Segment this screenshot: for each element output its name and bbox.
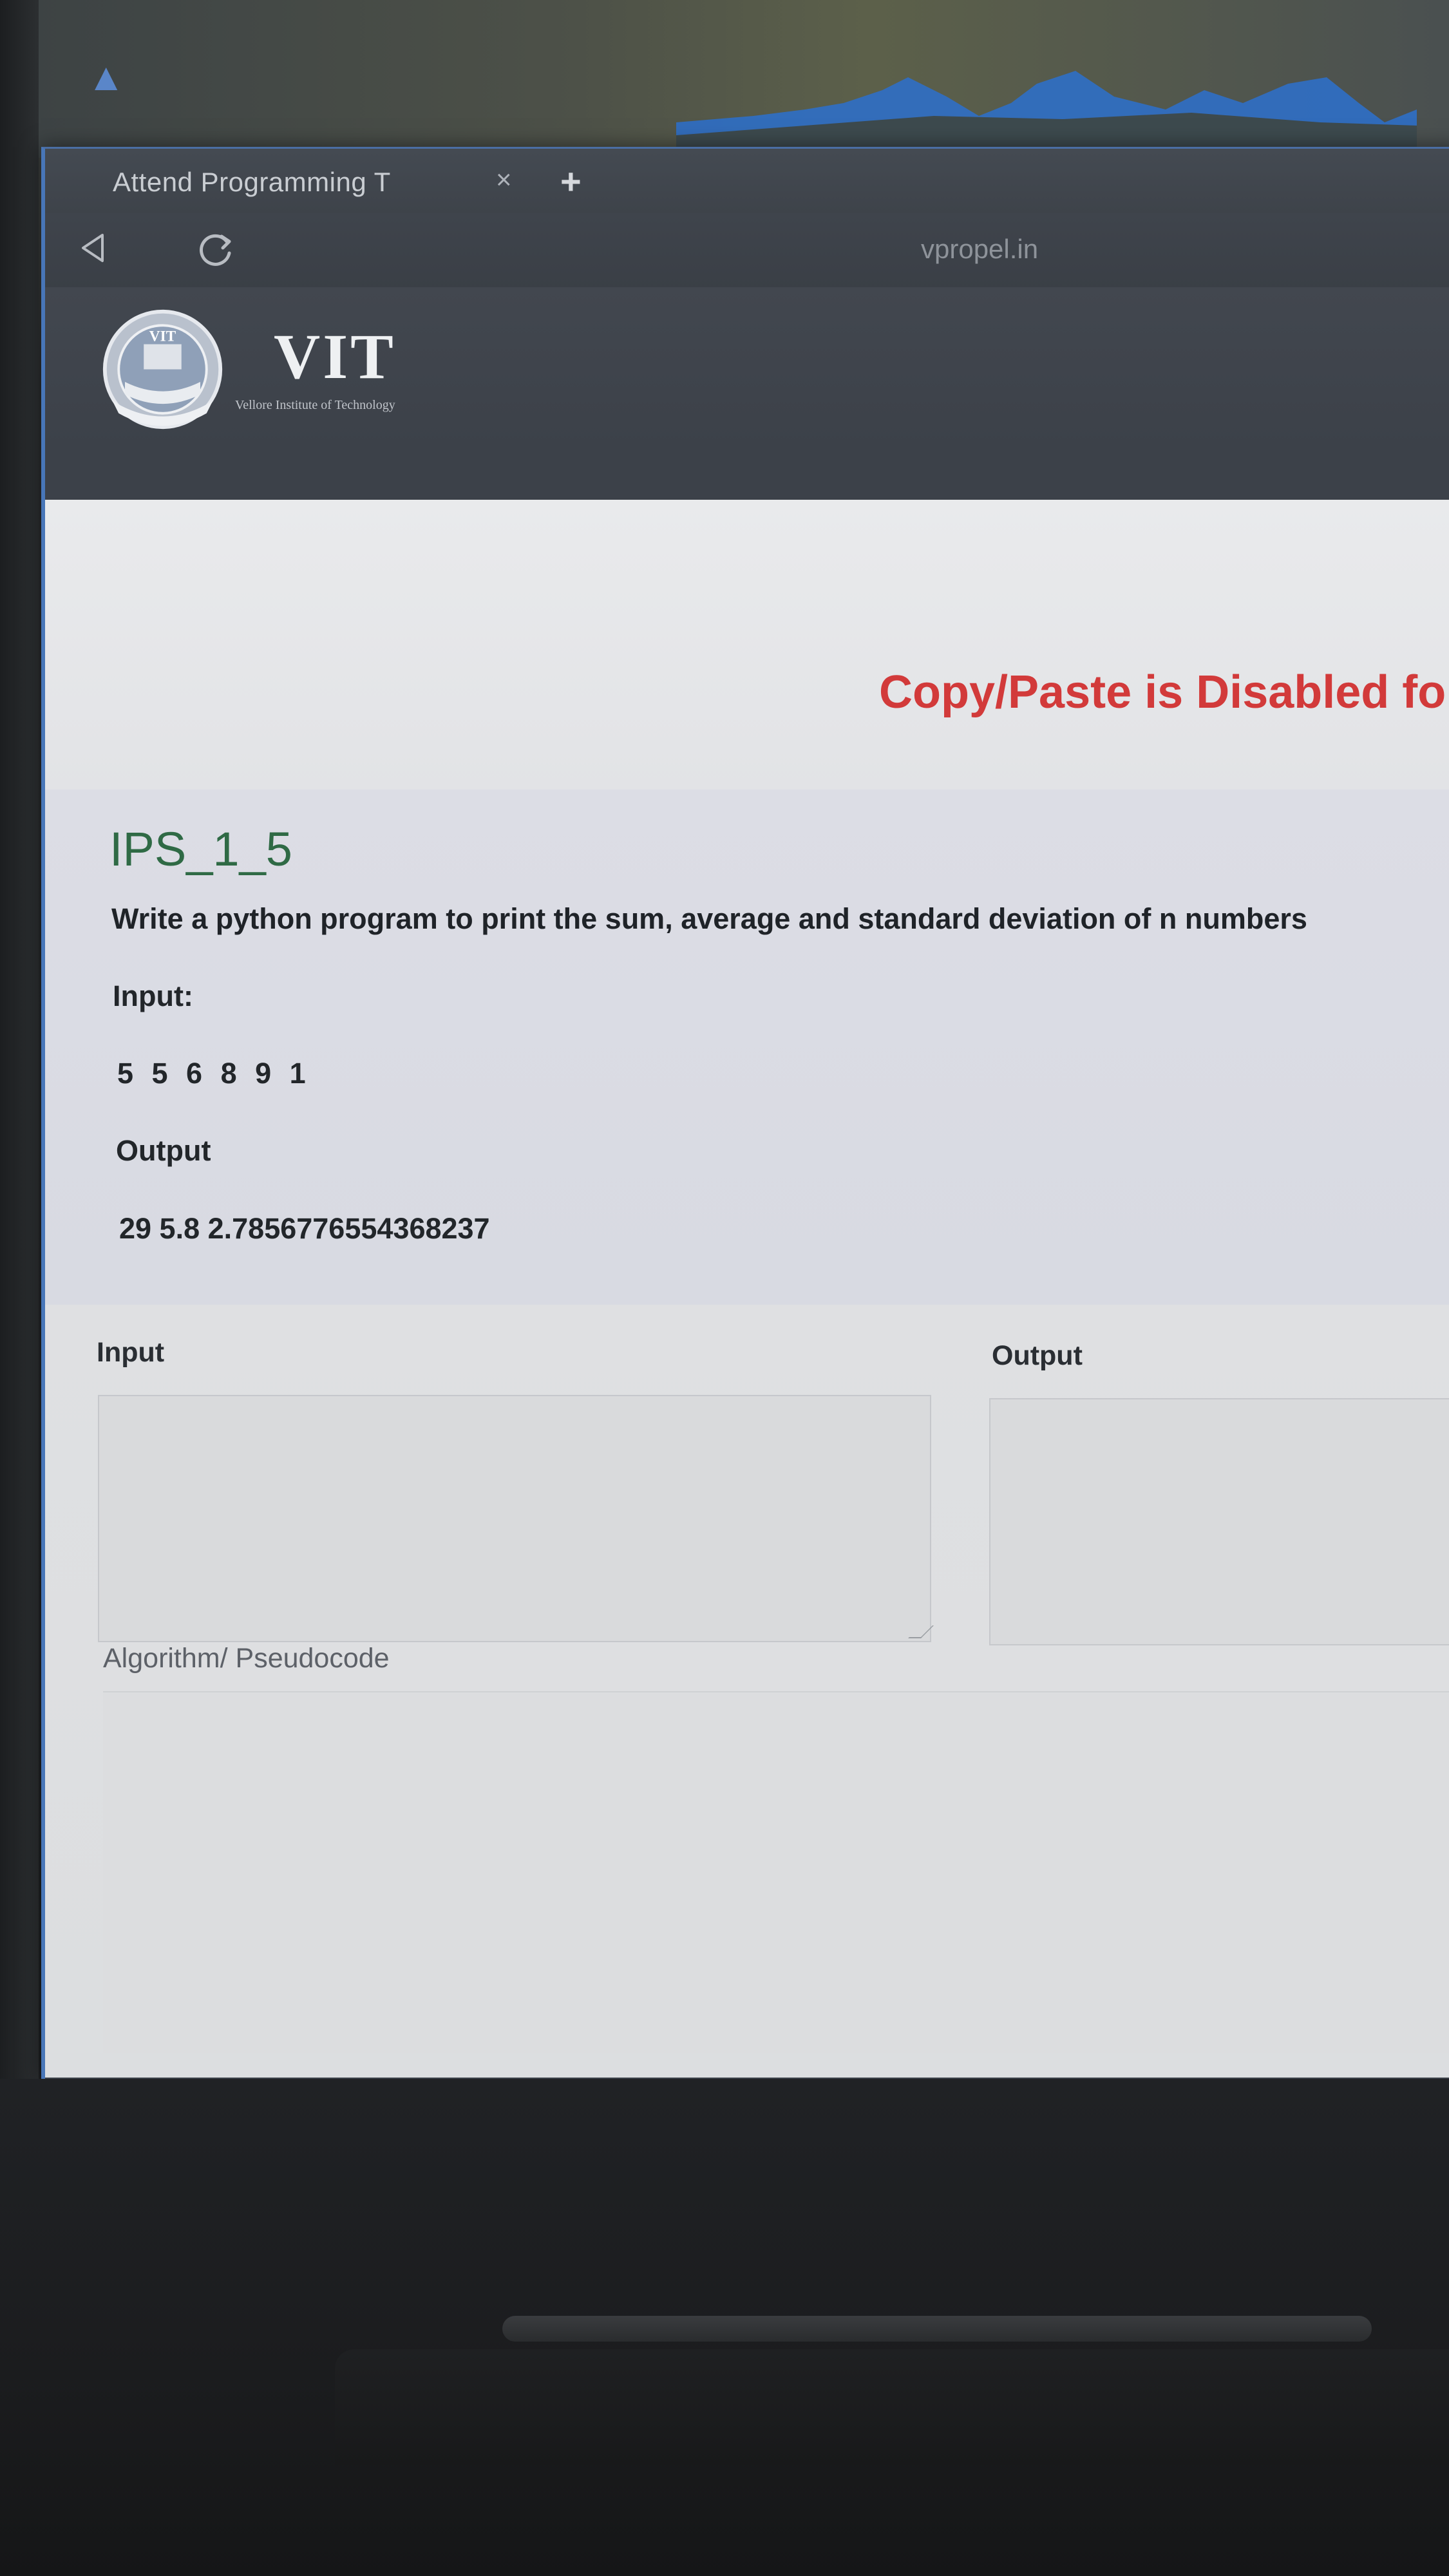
sample-output-label: Output	[116, 1134, 211, 1167]
question-description: Write a python program to print the sum,…	[111, 902, 1307, 935]
question-title: IPS_1_5	[109, 822, 292, 876]
tab-bar: Attend Programming T × +	[45, 149, 1449, 213]
input-textarea[interactable]	[98, 1395, 934, 1642]
screen-bezel	[0, 0, 39, 2125]
output-textarea[interactable]	[989, 1398, 1449, 1645]
reload-icon[interactable]	[193, 227, 238, 272]
vit-logo-subtitle: Vellore Institute of Technology	[235, 398, 395, 412]
laptop-lower-bezel	[0, 2079, 1449, 2576]
browser-window: Attend Programming T × + vpropel.in VIT …	[41, 147, 1449, 2081]
input-label: Input	[97, 1337, 165, 1368]
tab-close-icon[interactable]: ×	[496, 164, 512, 195]
answer-section: Input Output Algorithm/ Pseudocode	[45, 1305, 1449, 2078]
desktop-arrow-icon: ▲	[87, 55, 126, 99]
address-bar[interactable]: vpropel.in	[921, 234, 1038, 265]
sample-input-value: 5 5 6 8 9 1	[117, 1057, 311, 1090]
question-panel: IPS_1_5 Write a python program to print …	[45, 790, 1449, 1305]
vit-logo-text: VIT	[274, 321, 396, 392]
desktop-wallpaper: ▲	[0, 0, 1449, 158]
vit-seal-logo: VIT	[102, 309, 223, 430]
navigation-bar: vpropel.in	[45, 213, 1449, 290]
page-content: Copy/Paste is Disabled for IPS_1_5 Write…	[45, 500, 1449, 2078]
new-tab-button[interactable]: +	[560, 160, 582, 202]
back-icon[interactable]	[74, 229, 113, 267]
sample-input-label: Input:	[113, 980, 193, 1012]
notice-banner: Copy/Paste is Disabled for	[45, 500, 1449, 790]
laptop-hinge	[502, 2316, 1372, 2342]
seal-text: VIT	[149, 328, 176, 345]
wallpaper-graphic	[676, 71, 1417, 155]
photo-scene: ▲ Attend Programming T × + vpropel.in VI…	[0, 0, 1449, 2576]
site-header: VIT VIT Vellore Institute of Technology	[45, 287, 1449, 448]
algorithm-textarea[interactable]	[103, 1691, 1449, 2053]
output-label: Output	[992, 1340, 1083, 1371]
resize-handle-icon[interactable]	[908, 1625, 934, 1638]
algorithm-label: Algorithm/ Pseudocode	[103, 1643, 390, 1674]
sample-output-value: 29 5.8 2.7856776554368237	[119, 1212, 490, 1245]
tab-title: Attend Programming T	[113, 167, 391, 197]
tab-attend-programming[interactable]: Attend Programming T ×	[45, 149, 535, 213]
copy-paste-notice: Copy/Paste is Disabled for	[879, 667, 1449, 718]
laptop-keyboard-deck	[335, 2349, 1449, 2465]
